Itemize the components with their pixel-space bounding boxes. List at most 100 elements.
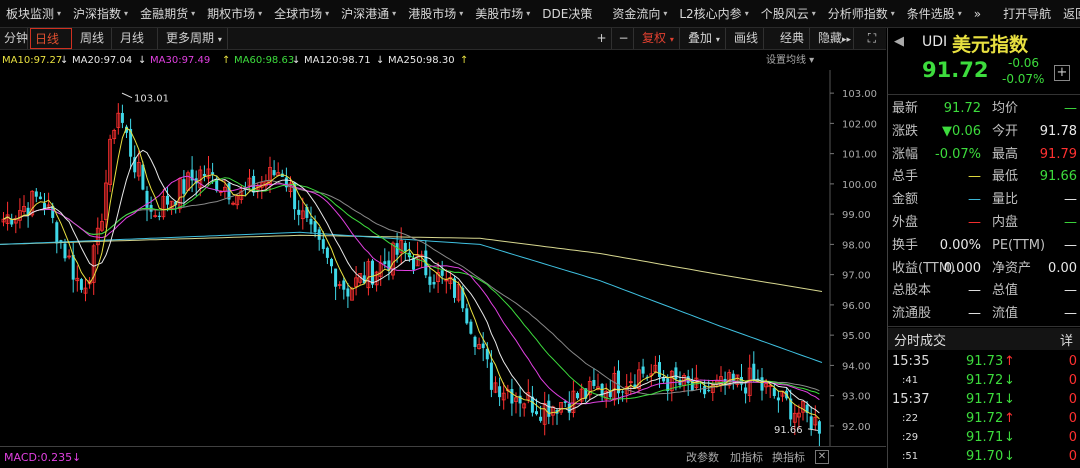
- chevron-down-icon: ▾: [526, 9, 531, 18]
- quote-row: 最新 91.72 均价 —: [888, 98, 1080, 120]
- kline-chart[interactable]: 103.00 102.00 101.00 100.00 99.00 98.00 97.00 9…: [0, 70, 886, 447]
- tick-row: :29 91.71 ↓ 0: [888, 428, 1080, 447]
- candle-body: [535, 411, 538, 415]
- candle-body: [592, 379, 596, 386]
- quote-label: 总股本: [892, 283, 932, 299]
- ma-label: MA10:97.27: [2, 55, 63, 66]
- double-arrow-icon: ▸▸: [842, 35, 852, 45]
- candle-body: [211, 172, 215, 175]
- candle-body: [473, 336, 477, 347]
- change-param-button[interactable]: 改参数: [686, 447, 719, 468]
- hide-button[interactable]: 隐藏▸▸: [814, 28, 854, 49]
- period-more[interactable]: 更多周期 ▾: [162, 28, 228, 49]
- quote-label: 总值: [992, 283, 1019, 299]
- menu-item-1[interactable]: 沪深指数 ▾: [67, 0, 134, 28]
- fullscreen-icon[interactable]: ⛶: [858, 28, 886, 49]
- menu-item-2[interactable]: 金融期货 ▾: [134, 0, 201, 28]
- quote-value: —: [1064, 306, 1077, 322]
- quote-label: 最新: [892, 101, 919, 116]
- menu-item-9[interactable]: 资金流向 ▾: [606, 0, 673, 28]
- chevron-down-icon: ▾: [957, 9, 962, 18]
- draw-line-button[interactable]: 画线: [730, 28, 764, 49]
- arrow-up-icon: ↑: [1004, 354, 1015, 369]
- candle-body: [334, 268, 338, 287]
- zoom-out-button[interactable]: −: [614, 28, 634, 49]
- menu-label: 条件选股: [906, 7, 955, 21]
- hide-label: 隐藏: [818, 31, 843, 45]
- candle-body: [120, 112, 124, 123]
- menu-item-6[interactable]: 港股市场 ▾: [402, 0, 469, 28]
- ma-setting-button[interactable]: 设置均线 ▾: [766, 52, 814, 70]
- quote-label: 内盘: [992, 215, 1019, 230]
- quote-label: 最高: [992, 146, 1019, 162]
- chevron-down-icon: ▾: [325, 9, 330, 18]
- overlay-button[interactable]: 叠加 ▾: [684, 28, 726, 49]
- ma-label: MA250:98.30: [388, 55, 455, 66]
- high-pointer: [121, 92, 133, 99]
- period-day[interactable]: 日线: [30, 28, 72, 49]
- menu-item-5[interactable]: 沪深港通 ▾: [335, 0, 402, 28]
- menu-item-14[interactable]: »: [968, 0, 987, 28]
- add-watchlist-button[interactable]: +: [1054, 65, 1070, 81]
- kline-svg[interactable]: 103.00 102.00 101.00 100.00 99.00 98.00 97.00 9…: [0, 70, 886, 447]
- quote-row: 涨幅 -0.07% 最高 91.79: [888, 144, 1080, 166]
- candle-body: [547, 400, 551, 417]
- period-month[interactable]: 月线: [116, 28, 158, 49]
- menu-item-8[interactable]: DDE决策: [536, 0, 598, 28]
- menu-item-15[interactable]: 打开导航: [997, 0, 1057, 28]
- menu-item-11[interactable]: 个股风云 ▾: [755, 0, 822, 28]
- candle-body: [59, 240, 63, 242]
- y-tick-label: 102.00: [842, 119, 877, 130]
- tick-price: 91.72: [966, 373, 1004, 388]
- quote-value: —: [968, 215, 981, 230]
- menu-item-12[interactable]: 分析师指数 ▾: [822, 0, 901, 28]
- menu-item-10[interactable]: L2核心内参 ▾: [673, 0, 754, 28]
- ticks-title: 分时成交: [894, 334, 947, 349]
- y-tick-label: 99.00: [842, 210, 871, 221]
- menu-item-0[interactable]: 板块监测 ▾: [0, 0, 67, 28]
- chevron-down-icon: ▾: [124, 9, 129, 18]
- candle-body: [662, 377, 666, 382]
- classic-button[interactable]: 经典: [776, 28, 810, 49]
- tick-price: 91.72: [966, 411, 1004, 426]
- tick-volume: 0: [1068, 449, 1077, 464]
- candle-body: [145, 190, 149, 208]
- candle-body: [38, 196, 42, 200]
- period-week[interactable]: 周线: [76, 28, 112, 49]
- chevron-down-icon: ▾: [663, 9, 668, 18]
- zoom-in-button[interactable]: +: [592, 28, 612, 49]
- chart-toolbar: 分钟 日线 周线 月线 更多周期 ▾ + − 复权 ▾ 叠加 ▾ 画线 经典 隐…: [0, 28, 886, 50]
- ticks-detail-button[interactable]: 详: [1060, 330, 1073, 349]
- candle-body: [576, 392, 579, 399]
- candle-body: [772, 388, 776, 396]
- candle-body: [202, 173, 206, 177]
- candle-body: [63, 243, 67, 259]
- ma-label: MA60:98.63: [234, 55, 295, 66]
- prev-arrow-icon[interactable]: ◀: [894, 34, 904, 49]
- candle-body: [412, 258, 415, 270]
- menu-label: DDE决策: [542, 7, 593, 21]
- quote-value: —: [1064, 192, 1077, 208]
- period-minute[interactable]: 分钟: [0, 28, 28, 49]
- candle-body: [182, 179, 186, 194]
- menu-label: 金融期货: [140, 7, 189, 21]
- menu-item-16[interactable]: 返回: [1057, 0, 1080, 28]
- tick-time: 15:37: [892, 392, 930, 407]
- quote-row: 涨跌 ▼0.06 今开 91.78: [888, 121, 1080, 143]
- close-icon[interactable]: ✕: [815, 450, 829, 464]
- menu-item-3[interactable]: 期权市场 ▾: [201, 0, 268, 28]
- menu-item-13[interactable]: 条件选股 ▾: [901, 0, 968, 28]
- menu-item-7[interactable]: 美股市场 ▾: [469, 0, 536, 28]
- candle-body: [383, 261, 387, 264]
- add-indicator-button[interactable]: 加指标: [730, 447, 763, 468]
- candle-body: [330, 258, 333, 267]
- quote-value: 0.00%: [939, 237, 981, 253]
- fuquan-button[interactable]: 复权 ▾: [638, 28, 680, 49]
- y-tick-label: 101.00: [842, 150, 877, 161]
- switch-indicator-button[interactable]: 换指标: [772, 447, 805, 468]
- top-menu-bar: 板块监测 ▾ 沪深指数 ▾ 金融期货 ▾ 期权市场 ▾ 全球市场 ▾ 沪深港通 ▾ 港股市场 ▾ 美股市场 ▾…: [0, 0, 1080, 28]
- menu-item-4[interactable]: 全球市场 ▾: [268, 0, 335, 28]
- candle-body: [658, 362, 661, 378]
- arrow-down-icon: ↓: [138, 55, 147, 66]
- candle-body: [641, 366, 645, 374]
